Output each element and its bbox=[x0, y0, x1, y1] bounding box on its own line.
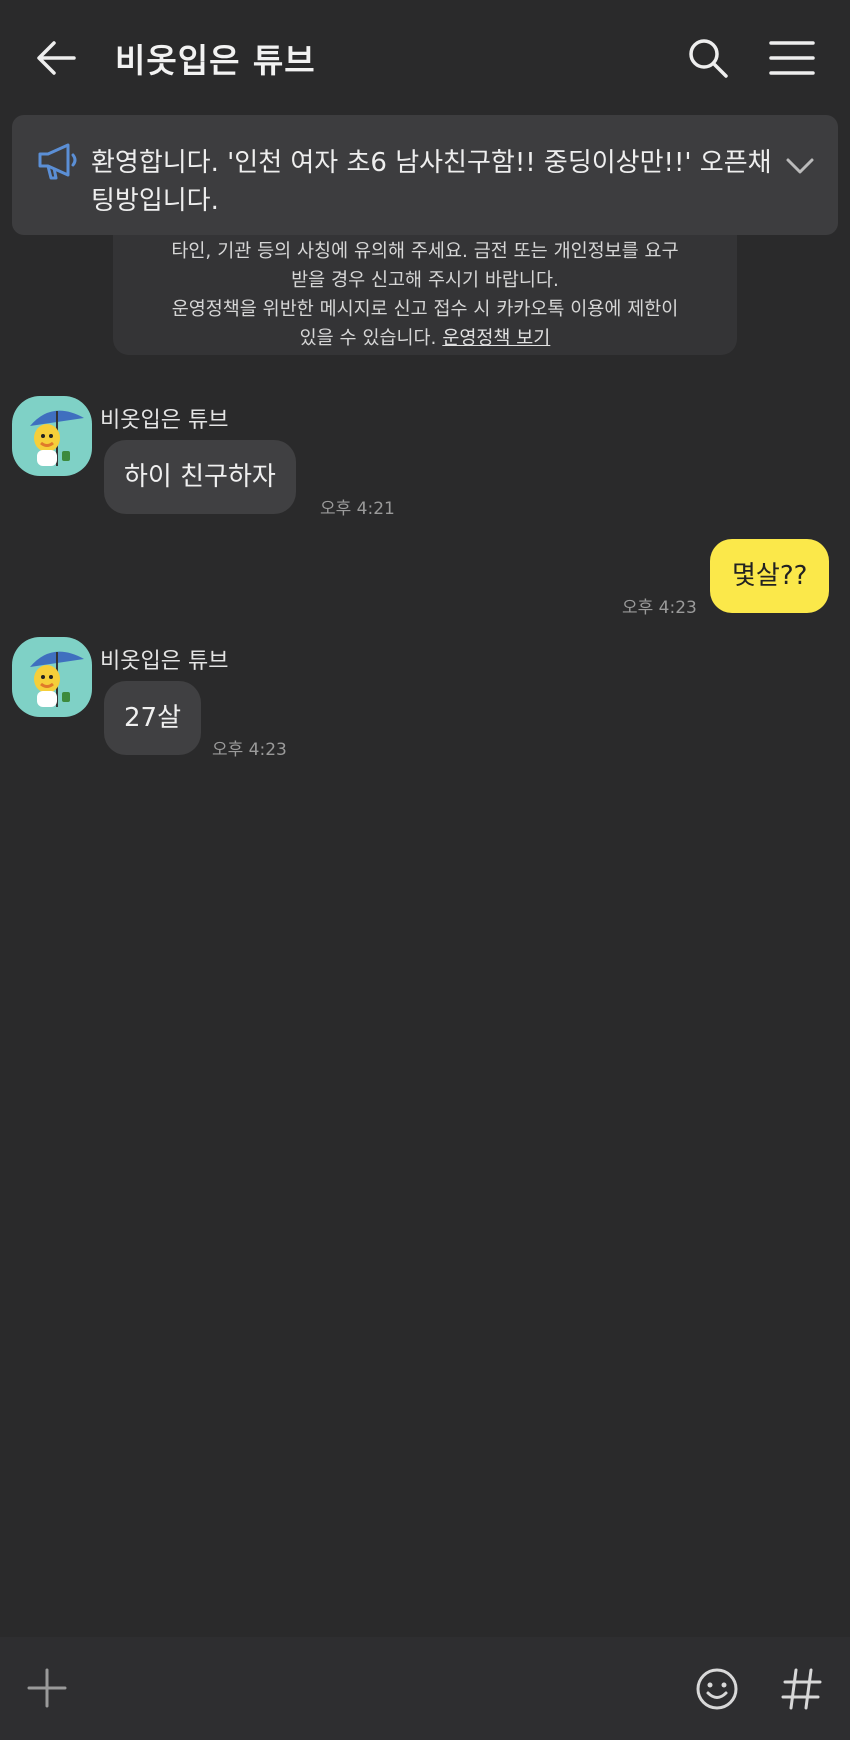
sender-name: 비옷입은 튜브 bbox=[100, 408, 229, 433]
policy-line: 있을 수 있습니다. 운영정책 보기 bbox=[113, 324, 737, 353]
message-time: 오후 4:21 bbox=[320, 499, 395, 519]
arrow-left-icon[interactable] bbox=[34, 36, 78, 80]
chevron-down-icon[interactable] bbox=[782, 148, 818, 184]
plus-icon[interactable] bbox=[26, 1667, 68, 1709]
message-bubble-incoming[interactable]: 27살 bbox=[104, 681, 202, 755]
chat-room-title: 비옷입은 튜브 bbox=[115, 41, 316, 80]
menu-icon[interactable] bbox=[768, 38, 816, 78]
message-bubble-outgoing[interactable]: 몇살?? bbox=[710, 539, 830, 613]
policy-text: 타인, 기관 등의 사칭에 유의해 주세요. 금전 또는 개인정보를 요구 받을… bbox=[113, 237, 737, 353]
message-time: 오후 4:23 bbox=[622, 598, 697, 618]
tube-character-icon bbox=[30, 410, 84, 466]
avatar[interactable] bbox=[12, 637, 92, 717]
message-bubble-incoming[interactable]: 하이 친구하자 bbox=[104, 440, 296, 514]
hashtag-icon[interactable] bbox=[780, 1666, 824, 1712]
tube-character-icon bbox=[30, 651, 84, 707]
policy-line: 운영정책을 위반한 메시지로 신고 접수 시 카카오톡 이용에 제한이 bbox=[171, 299, 679, 320]
policy-line: 받을 경우 신고해 주시기 바랍니다. bbox=[291, 270, 559, 291]
message-time: 오후 4:23 bbox=[212, 740, 287, 760]
emoji-icon[interactable] bbox=[694, 1666, 740, 1712]
input-bar bbox=[0, 1637, 850, 1740]
notice-text: 환영합니다. '인천 여자 초6 남사친구함!! 중딩이상만!!' 오픈채팅방입… bbox=[91, 148, 772, 216]
megaphone-icon bbox=[38, 143, 77, 180]
policy-link[interactable]: 운영정책 보기 bbox=[442, 328, 550, 349]
sender-name: 비옷입은 튜브 bbox=[100, 649, 229, 674]
chat-header: 비옷입은 튜브 bbox=[0, 0, 850, 115]
avatar[interactable] bbox=[12, 396, 92, 476]
search-icon[interactable] bbox=[686, 36, 730, 80]
notice-banner[interactable]: 환영합니다. '인천 여자 초6 남사친구함!! 중딩이상만!!' 오픈채팅방입… bbox=[12, 115, 838, 235]
policy-line-text: 있을 수 있습니다. bbox=[299, 328, 437, 349]
policy-line: 타인, 기관 등의 사칭에 유의해 주세요. 금전 또는 개인정보를 요구 bbox=[171, 241, 679, 262]
